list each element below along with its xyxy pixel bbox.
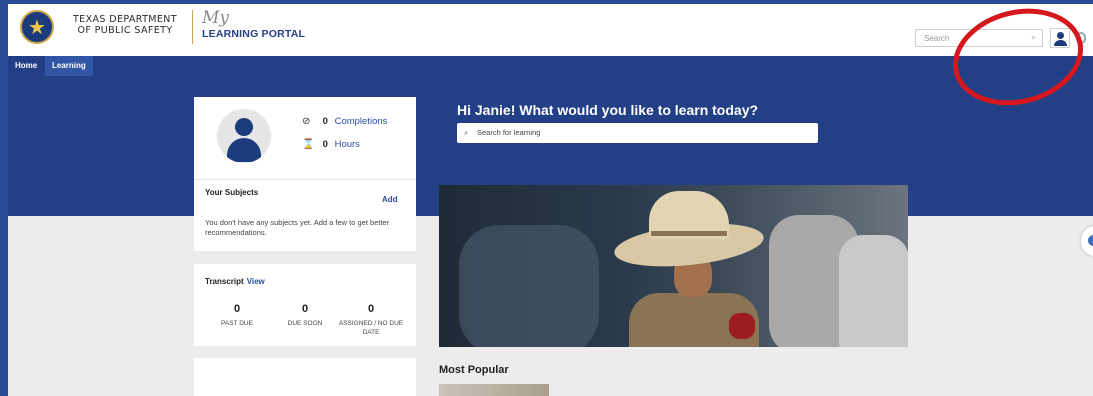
check-circle-icon: ⊘	[302, 116, 311, 127]
hero-bg-figure	[839, 235, 908, 347]
agency-line-2: OF PUBLIC SAFETY	[77, 25, 173, 36]
agency-name: TEXAS DEPARTMENT OF PUBLIC SAFETY	[60, 14, 190, 36]
card-divider	[194, 179, 416, 180]
assigned-count: 0	[367, 303, 375, 315]
learning-search-input[interactable]: ⌕ Search for learning	[457, 123, 818, 143]
hero-shoulder-patch	[729, 313, 755, 339]
avatar-body	[227, 138, 261, 162]
brand-name: LEARNING PORTAL	[202, 28, 306, 40]
app-window: TEXAS DEPARTMENT OF PUBLIC SAFETY My LEA…	[8, 4, 1093, 396]
global-search-placeholder: Search	[924, 34, 950, 43]
header-divider	[192, 10, 193, 44]
learning-search-placeholder: Search for learning	[477, 128, 541, 137]
dps-seal-logo[interactable]	[20, 10, 54, 44]
due-soon-count: 0	[301, 303, 309, 315]
past-due-label: PAST DUE	[221, 320, 253, 327]
transcript-past-due[interactable]: 0 PAST DUE	[202, 303, 272, 328]
add-subject-button[interactable]: Add	[382, 195, 398, 204]
avatar[interactable]	[217, 109, 271, 163]
assigned-label: ASSIGNED / NO DUE DATE	[338, 320, 404, 336]
top-header: TEXAS DEPARTMENT OF PUBLIC SAFETY My LEA…	[8, 4, 1093, 56]
transcript-due-soon[interactable]: 0 DUE SOON	[270, 303, 340, 328]
hero-image	[439, 185, 908, 347]
hero-hat-band	[651, 231, 727, 236]
due-soon-label: DUE SOON	[287, 320, 323, 327]
hours-count: 0	[322, 139, 328, 150]
subjects-title: Your Subjects	[205, 188, 259, 197]
transcript-assigned[interactable]: 0 ASSIGNED / NO DUE DATE	[336, 303, 406, 337]
avatar-head	[235, 118, 253, 136]
most-popular-heading: Most Popular	[439, 364, 509, 376]
agency-line-1: TEXAS DEPARTMENT	[72, 14, 178, 25]
popular-course-thumbnail[interactable]	[439, 384, 549, 396]
chat-icon[interactable]	[1081, 226, 1093, 256]
completions-count: 0	[322, 116, 328, 127]
hero-bg-figure	[459, 225, 599, 347]
search-icon: ⌕	[464, 128, 469, 137]
empty-card	[194, 358, 416, 396]
hours-stat: ⌛ 0 Hours	[302, 139, 360, 150]
transcript-card: Transcript View 0 PAST DUE 0 DUE SOON 0 A…	[194, 264, 416, 346]
transcript-view-link[interactable]: View	[247, 277, 265, 286]
completions-link[interactable]: Completions	[335, 116, 388, 127]
subjects-empty-text: You don't have any subjects yet. Add a f…	[205, 218, 390, 237]
nav-learning[interactable]: Learning	[45, 56, 93, 76]
hourglass-icon: ⌛	[302, 139, 315, 150]
transcript-title-text: Transcript	[205, 277, 244, 286]
nav-home[interactable]: Home	[8, 56, 44, 76]
past-due-count: 0	[233, 303, 241, 315]
completions-stat: ⊘ 0 Completions	[302, 116, 387, 127]
profile-card: ⊘ 0 Completions ⌛ 0 Hours Your Subjects …	[194, 97, 416, 251]
brand-script: My	[202, 8, 230, 28]
transcript-title: Transcript View	[205, 277, 265, 286]
greeting-heading: Hi Janie! What would you like to learn t…	[457, 102, 759, 118]
main-nav: Home Learning	[8, 56, 1093, 76]
hours-link[interactable]: Hours	[335, 139, 360, 150]
